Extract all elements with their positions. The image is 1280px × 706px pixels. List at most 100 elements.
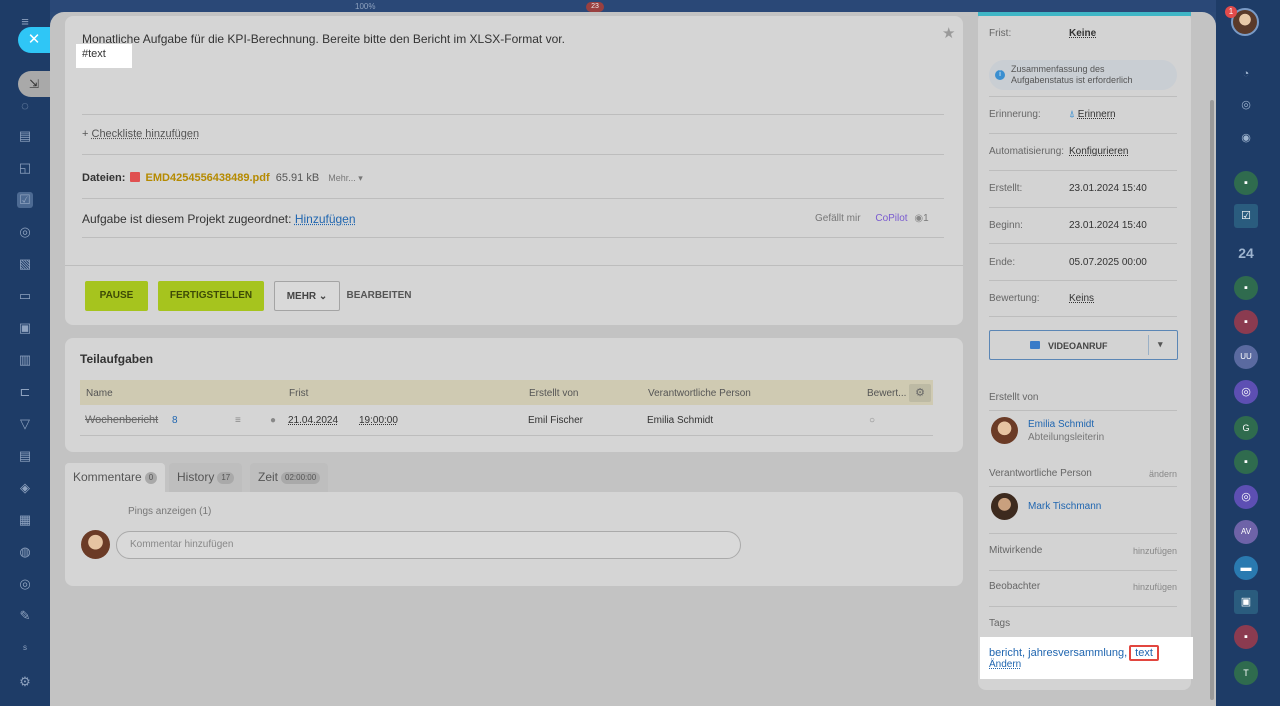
group-icon[interactable]: ◎: [17, 224, 33, 240]
subtask-date[interactable]: 21.04.2024: [288, 415, 338, 426]
comment-input[interactable]: Kommentar hinzufügen: [116, 531, 741, 559]
lock-red-icon[interactable]: ▪: [1234, 310, 1258, 334]
chat-bubble-icon[interactable]: ▬: [1234, 556, 1258, 580]
add-project-link[interactable]: Hinzufügen: [295, 212, 356, 226]
analytics-icon[interactable]: ▥: [17, 352, 33, 368]
tag-links[interactable]: bericht, jahresversammlung,: [989, 647, 1127, 659]
creator-name[interactable]: Emilia Schmidt: [1028, 419, 1094, 430]
liked-by-user[interactable]: CoPilot: [875, 213, 907, 224]
lock-green-icon[interactable]: ▪: [1234, 450, 1258, 474]
user-initial-avatar[interactable]: G: [1234, 416, 1258, 440]
add-checklist-link[interactable]: Checkliste hinzufügen: [92, 128, 200, 140]
shield-icon[interactable]: ◈: [17, 480, 33, 496]
project-label: Aufgabe ist diesem Projekt zugeordnet:: [82, 212, 292, 226]
right-app-rail: 1 ◔ ◎ ◉ ▪ ☑ 24 ▪ ▪ UU ◎ G ▪ ◎ AV ▬ ▣ ▪ T: [1216, 0, 1280, 706]
change-responsible-link[interactable]: ändern: [1149, 469, 1177, 479]
feed-icon[interactable]: ◌: [17, 98, 33, 114]
table-row[interactable]: Wochenbericht 8 ≡ ● 21.04.2024 19:00:00 …: [80, 406, 933, 436]
sign-icon[interactable]: ✎: [17, 608, 33, 624]
file-more-menu[interactable]: Mehr... ▾: [328, 173, 363, 183]
tag-text-highlighted[interactable]: text: [1129, 645, 1159, 661]
change-tags-link[interactable]: Ändern: [989, 659, 1021, 670]
chat-icon[interactable]: ◱: [17, 160, 33, 176]
subtask-count: 8: [172, 415, 178, 426]
tasks-icon[interactable]: ☑: [17, 192, 33, 208]
user-initials-avatar[interactable]: UU: [1234, 345, 1258, 369]
b24-icon[interactable]: 24: [1234, 241, 1258, 265]
subtask-created-by: Emil Fischer: [528, 415, 584, 426]
filter-icon[interactable]: ▽: [17, 416, 33, 432]
reminder-link[interactable]: Erinnern: [1078, 109, 1116, 120]
bot-icon[interactable]: ◍: [17, 544, 33, 560]
col-name[interactable]: Name: [86, 388, 113, 399]
checkbox-icon[interactable]: ☑: [1234, 204, 1258, 228]
gear-icon[interactable]: ⚙: [909, 384, 931, 402]
finish-button[interactable]: FERTIGSTELLEN: [158, 281, 264, 311]
user-initial-avatar[interactable]: T: [1234, 661, 1258, 685]
like-button[interactable]: Gefällt mir: [815, 213, 861, 224]
responsible-label: Verantwortliche Person: [989, 468, 1092, 479]
card-icon[interactable]: ▭: [17, 288, 33, 304]
minimize-slider-button[interactable]: ⇲: [18, 71, 50, 97]
participants-label: Mitwirkende: [989, 545, 1043, 556]
favorite-star-icon[interactable]: ★: [942, 24, 955, 42]
bell-icon[interactable]: ◔: [1234, 62, 1258, 86]
show-pings-link[interactable]: Pings anzeigen (1): [128, 506, 211, 517]
settings-icon[interactable]: ⚙: [17, 674, 33, 690]
openline-icon[interactable]: ◎: [1234, 485, 1258, 509]
subtask-name[interactable]: Wochenbericht: [85, 414, 158, 426]
search-icon[interactable]: ◉: [1234, 126, 1258, 150]
project-row: Aufgabe ist diesem Projekt zugeordnet: H…: [82, 212, 356, 226]
file-link[interactable]: EMD4254556438489.pdf: [146, 172, 270, 184]
target-icon[interactable]: ◎: [17, 576, 33, 592]
tab-comments[interactable]: Kommentare 0: [65, 463, 166, 492]
scrollbar[interactable]: [1210, 100, 1214, 700]
chevron-down-icon[interactable]: ▾: [1158, 339, 1163, 350]
cart-icon[interactable]: ⊏: [17, 384, 33, 400]
screen-icon[interactable]: ▣: [17, 320, 33, 336]
automation-configure-link[interactable]: Konfigurieren: [1069, 146, 1128, 157]
subtasks-table-header: Name Frist Erstellt von Verantwortliche …: [80, 380, 933, 405]
tags-label: Tags: [989, 618, 1011, 629]
col-responsible[interactable]: Verantwortliche Person: [648, 388, 751, 399]
subtask-menu-icon[interactable]: ≡: [235, 415, 241, 426]
drive-icon[interactable]: ▧: [17, 256, 33, 272]
divider: [989, 243, 1177, 244]
card-icon[interactable]: ▣: [1234, 590, 1258, 614]
rating-circle-icon[interactable]: ○: [869, 415, 875, 426]
user-initials-avatar[interactable]: AV: [1234, 520, 1258, 544]
lock-green-icon[interactable]: ▪: [1234, 276, 1258, 300]
divider: [989, 96, 1177, 97]
file-size: 65.91 kB: [275, 172, 320, 184]
more-button[interactable]: MEHR ⌄: [274, 281, 340, 311]
video-call-button[interactable]: VIDEOANRUF ▾: [989, 330, 1178, 360]
avatar[interactable]: [991, 417, 1018, 444]
openline-icon[interactable]: ◎: [1234, 380, 1258, 404]
close-slider-button[interactable]: ✕: [18, 27, 50, 53]
col-deadline[interactable]: Frist: [289, 388, 308, 399]
col-created-by[interactable]: Erstellt von: [529, 388, 578, 399]
tab-history[interactable]: History 17: [169, 463, 243, 492]
document-icon[interactable]: ▤: [17, 128, 33, 144]
add-observers-link[interactable]: hinzufügen: [1133, 582, 1177, 592]
reminder-action[interactable]: ⍋ Erinnern: [1069, 109, 1116, 120]
edit-button[interactable]: BEARBEITEN: [344, 281, 414, 311]
calendar-icon[interactable]: ▦: [17, 512, 33, 528]
avatar[interactable]: [991, 493, 1018, 520]
lock-red-icon[interactable]: ▪: [1234, 625, 1258, 649]
tab-label: Zeit: [258, 470, 279, 484]
tab-time[interactable]: Zeit 02:00:00: [250, 463, 329, 492]
col-rating[interactable]: Bewert...: [867, 388, 906, 399]
pause-button[interactable]: PAUSE: [85, 281, 148, 311]
responsible-name[interactable]: Mark Tischmann: [1028, 501, 1101, 512]
status-summary-notice: i Zusammenfassung des Aufgabenstatus ist …: [989, 60, 1177, 90]
rating-value[interactable]: Keins: [1069, 293, 1094, 304]
created-value: 23.01.2024 15:40: [1069, 183, 1147, 194]
message-icon[interactable]: ▤: [17, 448, 33, 464]
divider: [989, 170, 1177, 171]
deadline-value[interactable]: Keine: [1069, 28, 1096, 39]
lock-green-icon[interactable]: ▪: [1234, 171, 1258, 195]
target-icon[interactable]: ◎: [1234, 93, 1258, 117]
add-participants-link[interactable]: hinzufügen: [1133, 546, 1177, 556]
subtask-time[interactable]: 19:00:00: [359, 415, 398, 426]
